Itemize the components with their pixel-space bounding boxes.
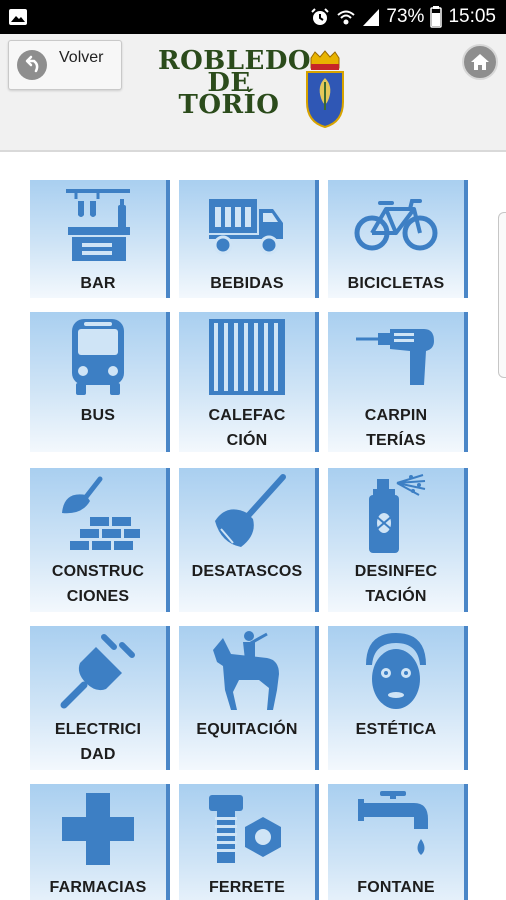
battery-icon (430, 6, 443, 28)
pharmacy-cross-icon (30, 784, 166, 874)
category-tile[interactable]: CALEFAC CIÓN (179, 312, 319, 452)
category-tile[interactable]: BAR (30, 180, 170, 298)
trowel-bricks-icon (30, 468, 166, 558)
category-tile[interactable]: DESATASCOS (179, 468, 319, 612)
category-label-line: BUS (80, 407, 116, 424)
back-arrow-icon (17, 50, 47, 80)
category-label-line: TACIÓN (365, 588, 427, 605)
category-label-line: TERÍAS (366, 432, 426, 449)
plug-icon (30, 626, 166, 716)
category-tile[interactable]: BEBIDAS (179, 180, 319, 298)
category-tile[interactable]: CARPIN TERÍAS (328, 312, 468, 452)
category-label: FARMACIAS (30, 875, 166, 900)
battery-percent: 73% (386, 6, 425, 27)
horse-rider-icon (179, 626, 315, 716)
category-label: CALEFAC CIÓN (179, 403, 315, 453)
category-label: BAR (30, 271, 166, 296)
category-tile[interactable]: ESTÉTICA (328, 626, 468, 770)
category-label-line: ESTÉTICA (355, 721, 437, 738)
category-label-line: CIÓN (226, 432, 268, 449)
category-tile[interactable]: CONSTRUC CIONES (30, 468, 170, 612)
category-label: ELECTRICI DAD (30, 717, 166, 767)
plunger-icon (179, 468, 315, 558)
category-label: ESTÉTICA (328, 717, 464, 742)
home-icon (471, 54, 489, 70)
home-button[interactable] (462, 44, 498, 80)
category-label-line: BEBIDAS (210, 275, 284, 292)
image-icon (9, 9, 27, 25)
category-tile[interactable]: DESINFEC TACIÓN (328, 468, 468, 612)
category-tile[interactable]: FARMACIAS (30, 784, 170, 900)
category-label-line: FERRETE (208, 879, 286, 896)
radiator-icon (179, 312, 315, 402)
back-button[interactable]: Volver (8, 40, 122, 90)
face-mask-icon (328, 626, 464, 716)
category-label-line: FONTANE (357, 879, 435, 896)
category-label-line: CIONES (66, 588, 130, 605)
coat-of-arms-icon (306, 50, 344, 128)
category-label-line: FARMACIAS (49, 879, 147, 896)
category-label: CARPIN TERÍAS (328, 403, 464, 453)
category-tile[interactable]: FERRETE (179, 784, 319, 900)
faucet-icon (328, 784, 464, 874)
logo-line: TORÍO (178, 90, 280, 120)
category-label: FERRETE (179, 875, 315, 900)
bug-spray-icon (328, 468, 464, 558)
category-label: DESINFEC TACIÓN (328, 559, 464, 609)
category-label-line: CARPIN (364, 407, 428, 424)
drill-icon (328, 312, 464, 402)
category-label: FONTANE (328, 875, 464, 900)
alarm-icon (311, 8, 330, 25)
category-label-line: ELECTRICI (54, 721, 142, 738)
delivery-truck-icon (179, 180, 315, 270)
category-label: BUS (30, 403, 166, 428)
bolt-nut-icon (179, 784, 315, 874)
category-label-line: CALEFAC (208, 407, 286, 424)
bicycle-icon (328, 180, 464, 270)
wifi-icon (337, 10, 356, 25)
category-tile[interactable]: FONTANE (328, 784, 468, 900)
bar-icon (30, 180, 166, 270)
category-label-line: CONSTRUC (51, 563, 145, 580)
category-grid: BAR BEBIDAS BICICLETAS BUS CALEFAC CIÓN C… (0, 154, 506, 900)
side-scroll-tab[interactable] (498, 212, 506, 378)
bus-icon (30, 312, 166, 402)
signal-icon (363, 9, 380, 26)
back-button-label: Volver (59, 49, 104, 66)
category-label: CONSTRUC CIONES (30, 559, 166, 609)
category-label-line: EQUITACIÓN (196, 721, 298, 738)
category-label: EQUITACIÓN (179, 717, 315, 742)
category-tile[interactable]: BUS (30, 312, 170, 452)
clock: 15:05 (448, 6, 496, 27)
app-header: Volver ROBLEDO DE TORÍO (0, 34, 506, 152)
town-logo-text: ROBLEDO DE TORÍO (158, 48, 311, 120)
category-label-line: BICICLETAS (347, 275, 445, 292)
category-label: BEBIDAS (179, 271, 315, 296)
category-label-line: DESINFEC (354, 563, 438, 580)
category-label: BICICLETAS (328, 271, 464, 296)
category-label-line: BAR (80, 275, 116, 292)
category-tile[interactable]: BICICLETAS (328, 180, 468, 298)
category-label-line: DESATASCOS (191, 563, 303, 580)
category-tile[interactable]: ELECTRICI DAD (30, 626, 170, 770)
category-tile[interactable]: EQUITACIÓN (179, 626, 319, 770)
status-bar: 73% 15:05 (0, 0, 506, 34)
category-label-line: DAD (80, 746, 116, 763)
category-label: DESATASCOS (179, 559, 315, 584)
